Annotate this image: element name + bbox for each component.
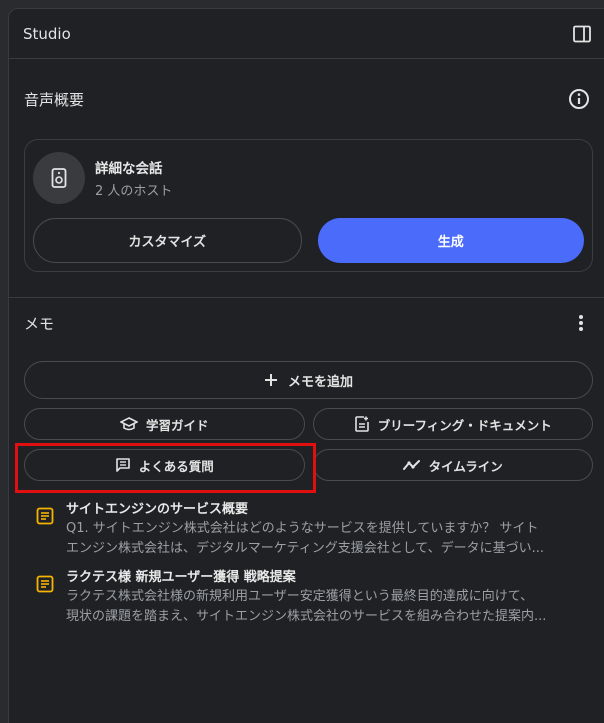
info-icon[interactable] (567, 87, 591, 111)
timeline-icon (402, 460, 420, 470)
note-icon (24, 501, 66, 559)
panel-toggle-icon[interactable] (570, 22, 594, 46)
speaker-icon (33, 152, 85, 204)
add-memo-label: メモを追加 (287, 374, 353, 390)
memo-title: メモ (24, 314, 55, 333)
note-title: ラクテス様 新規ユーザー獲得 戦略提案 (66, 570, 296, 585)
generate-button[interactable]: 生成 (317, 218, 584, 263)
studio-panel: Studio 音声概要 詳細な会話 2 人のホスト カスタマイズ 生成 メモ メ… (8, 8, 604, 723)
panel-title: Studio (23, 24, 71, 43)
audio-card-subtitle: 2 人のホスト (95, 184, 173, 199)
add-memo-button[interactable]: メモを追加 (24, 361, 593, 399)
timeline-label: タイムライン (428, 458, 503, 474)
notes-list: サイトエンジンのサービス概要 Q1. サイトエンジン株式会社はどのようなサービス… (24, 501, 593, 627)
plus-icon (264, 374, 277, 386)
timeline-button[interactable]: タイムライン (312, 449, 593, 481)
studio-header: Studio (9, 9, 604, 59)
note-item[interactable]: サイトエンジンのサービス概要 Q1. サイトエンジン株式会社はどのようなサービス… (24, 501, 593, 559)
more-vert-icon[interactable] (569, 311, 593, 335)
audio-overview-title: 音声概要 (24, 90, 85, 109)
note-preview-line: エンジン株式会社は、デジタルマーケティング支援会社として、データに基づい... (66, 541, 545, 556)
study-guide-label: 学習ガイド (145, 417, 209, 433)
audio-card-title: 詳細な会話 (95, 161, 163, 177)
customize-button[interactable]: カスタマイズ (33, 218, 302, 263)
briefing-document-label: ブリーフィング・ドキュメント (377, 417, 552, 433)
faq-highlight-box (15, 443, 316, 493)
audio-card: 詳細な会話 2 人のホスト カスタマイズ 生成 (24, 139, 593, 272)
note-preview-line: ラクテス株式会社様の新規利用ユーザー安定獲得という最終目的達成に向けて、 (66, 589, 534, 604)
document-add-icon (354, 416, 369, 432)
graduation-cap-icon (119, 417, 138, 431)
note-item[interactable]: ラクテス様 新規ユーザー獲得 戦略提案 ラクテス株式会社様の新規利用ユーザー安定… (24, 569, 593, 627)
audio-overview-section: 音声概要 詳細な会話 2 人のホスト カスタマイズ 生成 (9, 59, 604, 272)
briefing-document-button[interactable]: ブリーフィング・ドキュメント (312, 408, 593, 440)
note-icon (24, 569, 66, 627)
note-preview-line: Q1. サイトエンジン株式会社はどのようなサービスを提供していますか？ サイト (66, 521, 539, 536)
study-guide-button[interactable]: 学習ガイド (24, 408, 305, 440)
note-title: サイトエンジンのサービス概要 (66, 502, 249, 517)
note-preview-line: 現状の課題を踏まえ、サイトエンジン株式会社のサービスを組み合わせた提案内... (66, 609, 547, 624)
